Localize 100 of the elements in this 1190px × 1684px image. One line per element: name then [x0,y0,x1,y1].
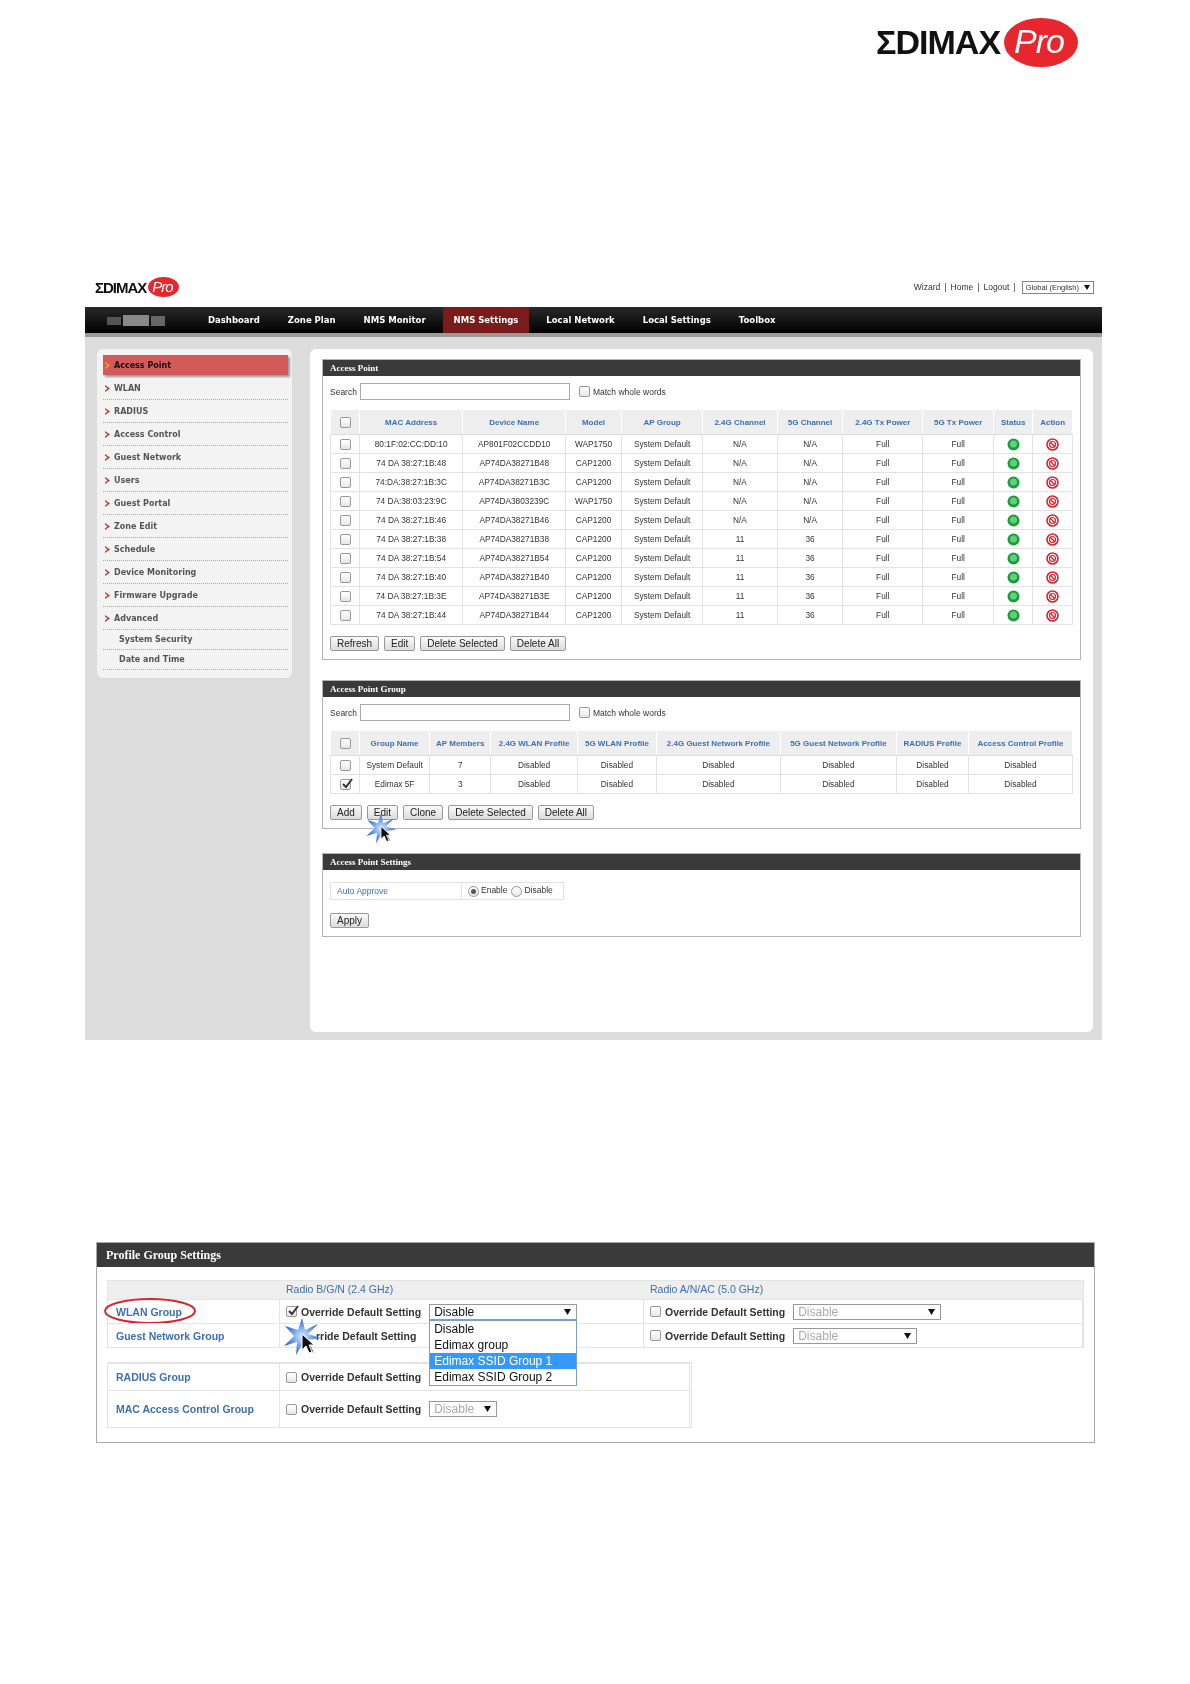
column-header[interactable]: 2.4G Tx Power [842,409,923,435]
block-icon[interactable] [1046,437,1060,451]
checkbox[interactable] [339,609,351,621]
table-cell: N/A [777,453,843,473]
block-icon[interactable] [1046,456,1060,470]
header-link[interactable]: Wizard [913,282,941,292]
block-icon[interactable] [1046,570,1060,584]
sidebar-item[interactable]: Zone Edit [103,515,288,538]
table-cell: AP74DA38271B44 [462,605,566,625]
nav-tab[interactable]: Dashboard [197,307,271,333]
checkbox[interactable] [339,476,351,488]
checkbox[interactable] [339,571,351,583]
dropdown-option[interactable]: Edimax SSID Group 2 [430,1368,577,1385]
button[interactable]: Delete All [509,636,567,651]
nav-tab[interactable]: NMS Monitor [352,307,437,333]
checkbox[interactable] [286,1306,297,1317]
radio-button[interactable] [468,885,479,897]
button[interactable]: Edit [384,636,416,651]
column-header[interactable]: AP Members [429,730,491,756]
header-link[interactable]: Logout [983,282,1010,292]
nav-tab[interactable]: Local Settings [631,307,722,333]
sidebar-item[interactable]: Schedule [103,538,288,561]
sidebar-item[interactable]: WLAN [103,377,288,400]
column-header[interactable]: Group Name [359,730,430,756]
column-header[interactable]: 2.4G Channel [702,409,778,435]
block-icon[interactable] [1046,532,1060,546]
button[interactable]: Clone [403,805,444,820]
sidebar-item[interactable]: Users [103,469,288,492]
button[interactable]: Delete All [537,805,595,820]
nav-tab[interactable]: Zone Plan [276,307,347,333]
checkbox[interactable] [339,552,351,564]
table-cell: Full [922,472,994,492]
table-cell: 36 [777,548,843,568]
column-header[interactable]: Model [565,409,622,435]
nav-tab[interactable]: NMS Settings [442,307,530,333]
checkbox[interactable] [339,416,351,428]
button[interactable]: Delete Selected [448,805,533,820]
sidebar-item[interactable]: System Security [103,630,288,650]
block-icon[interactable] [1046,589,1060,603]
checkbox[interactable] [339,438,351,450]
block-icon[interactable] [1046,513,1060,527]
column-header[interactable]: 2.4G Guest Network Profile [656,730,781,756]
checkbox[interactable] [339,759,351,771]
column-header[interactable]: Action [1032,409,1073,435]
dropdown-option[interactable]: Disable [430,1320,577,1337]
button[interactable]: Apply [330,913,369,928]
search-field[interactable] [359,383,570,400]
sidebar-item[interactable]: Device Monitoring [103,561,288,584]
sidebar-item[interactable]: Firmware Upgrade [103,584,288,607]
block-icon[interactable] [1046,551,1060,565]
header-link[interactable]: Home [950,282,974,292]
column-header[interactable]: 5G Guest Network Profile [780,730,897,756]
button[interactable]: Delete Selected [420,636,505,651]
sidebar-item[interactable]: Advanced [103,607,288,630]
checkbox[interactable] [578,707,590,719]
button[interactable]: Add [330,805,362,820]
checkbox[interactable] [339,495,351,507]
radio-button[interactable] [511,885,523,897]
table-cell: Full [842,453,923,473]
column-header[interactable]: 5G WLAN Profile [577,730,657,756]
sidebar-item[interactable]: Access Point [103,355,288,375]
checkbox[interactable] [339,514,351,526]
checkbox[interactable] [339,457,351,469]
checkbox[interactable] [339,590,351,602]
column-header[interactable]: 2.4G WLAN Profile [490,730,578,756]
checkbox[interactable] [286,1371,297,1383]
nav-tab[interactable]: Local Network [535,307,626,333]
checkbox[interactable] [339,737,351,749]
table-cell: AP801F02CCDD10 [462,434,566,454]
column-header[interactable]: Status [993,409,1033,435]
column-header[interactable]: MAC Address [359,409,463,435]
dropdown-select[interactable]: Disable [429,1303,578,1320]
column-header[interactable]: 5G Channel [777,409,843,435]
block-icon[interactable] [1046,494,1060,508]
sidebar-item[interactable]: Guest Network [103,446,288,469]
column-header[interactable]: Access Control Profile [968,730,1073,756]
column-header[interactable]: RADIUS Profile [896,730,969,756]
sidebar-item[interactable]: Access Control [103,423,288,446]
chevron-icon [105,453,110,461]
column-header[interactable]: AP Group [621,409,703,435]
table-cell: AP74DA38271B54 [462,548,566,568]
checkbox[interactable] [286,1403,297,1415]
sidebar-item[interactable]: Guest Portal [103,492,288,515]
panel-title-bar: Access Point [323,360,1080,376]
checkbox[interactable] [339,533,351,545]
sidebar-item[interactable]: RADIUS [103,400,288,423]
nav-tab[interactable]: Toolbox [727,307,787,333]
checkbox[interactable] [578,386,590,398]
dropdown-option[interactable]: Edimax group [430,1336,577,1353]
checkbox[interactable] [650,1330,661,1341]
sidebar-item[interactable]: Date and Time [103,650,288,670]
button[interactable]: Edit [366,805,399,820]
column-header[interactable]: Device Name [462,409,566,435]
button[interactable]: Refresh [330,636,379,651]
search-field[interactable] [359,704,570,721]
checkbox[interactable] [339,778,351,790]
column-header[interactable]: 5G Tx Power [922,409,994,435]
block-icon[interactable] [1046,608,1060,622]
checkbox[interactable] [650,1306,661,1317]
block-icon[interactable] [1046,475,1060,489]
